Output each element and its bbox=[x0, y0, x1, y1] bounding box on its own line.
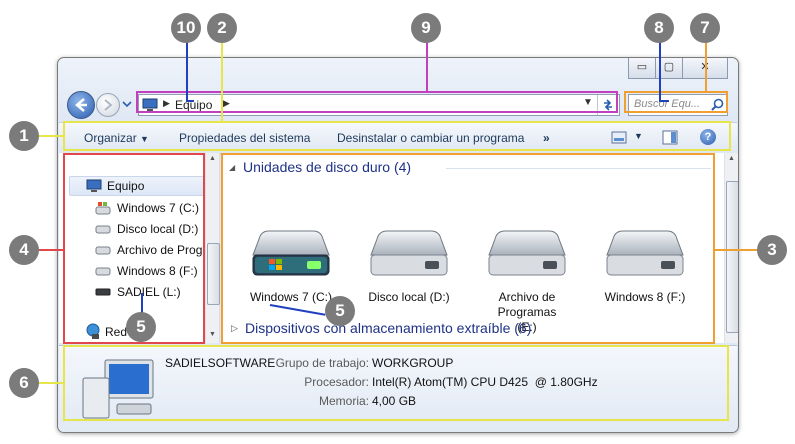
minimize-button[interactable]: ▭ bbox=[628, 58, 656, 79]
callout-7: 7 bbox=[690, 13, 720, 43]
nav-scrollbar[interactable]: ▲ ▼ bbox=[205, 153, 220, 343]
content-scroll-thumb[interactable] bbox=[726, 181, 738, 333]
callout-8-line bbox=[659, 100, 669, 102]
callout-7-line bbox=[705, 42, 707, 92]
content-pane-highlight bbox=[221, 153, 715, 344]
back-button[interactable] bbox=[67, 91, 95, 119]
callout-5: 5 bbox=[325, 296, 355, 326]
forward-button[interactable] bbox=[96, 93, 120, 117]
callout-6-line bbox=[38, 382, 64, 384]
details-pane-highlight bbox=[63, 345, 729, 421]
scroll-up-icon[interactable]: ▲ bbox=[728, 155, 735, 162]
callout-4: 4 bbox=[9, 235, 39, 265]
callout-3: 3 bbox=[757, 235, 787, 265]
callout-1-line bbox=[38, 135, 64, 137]
callout-8-line bbox=[659, 42, 661, 102]
callout-10-line bbox=[186, 100, 194, 102]
search-highlight bbox=[624, 91, 728, 113]
address-bar-highlight bbox=[136, 91, 618, 113]
recent-pages-chevron-icon[interactable] bbox=[122, 100, 132, 108]
command-bar-highlight bbox=[63, 121, 731, 151]
nav-scroll-thumb[interactable] bbox=[207, 243, 220, 305]
callout-9-line bbox=[426, 42, 428, 92]
callout-10: 10 bbox=[171, 13, 201, 43]
callout-10-line bbox=[186, 42, 188, 102]
callout-9: 9 bbox=[411, 13, 441, 43]
callout-5: 5 bbox=[126, 312, 156, 342]
callout-1: 1 bbox=[9, 121, 39, 151]
scroll-up-icon[interactable]: ▲ bbox=[209, 155, 216, 162]
callout-3-line bbox=[715, 249, 757, 251]
callout-2-line bbox=[221, 42, 223, 122]
callout-4-line bbox=[38, 249, 64, 251]
callout-2: 2 bbox=[207, 13, 237, 43]
back-arrow-icon bbox=[75, 98, 87, 112]
scroll-down-icon[interactable]: ▼ bbox=[209, 331, 216, 338]
callout-6: 6 bbox=[9, 368, 39, 398]
callout-8: 8 bbox=[644, 13, 674, 43]
forward-arrow-icon bbox=[104, 99, 113, 111]
content-scrollbar[interactable]: ▲ bbox=[724, 153, 738, 343]
